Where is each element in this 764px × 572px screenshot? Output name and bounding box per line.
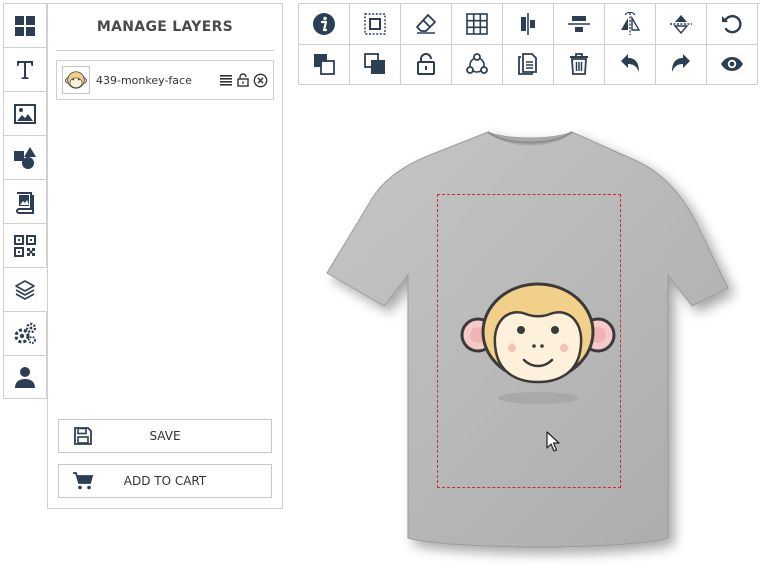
flip-horizontal-icon	[621, 11, 641, 35]
flip-horizontal-button[interactable]	[605, 4, 656, 45]
add-to-cart-button[interactable]: ADD TO CART	[58, 464, 272, 498]
align-vertical-center-icon	[521, 12, 535, 35]
grid-icon	[15, 15, 35, 36]
sidebar-item-qr-code[interactable]	[3, 223, 47, 267]
layer-remove-icon[interactable]	[253, 73, 268, 88]
qr-code-icon	[14, 234, 36, 257]
sidebar-item-account[interactable]	[3, 355, 47, 399]
layer-lock-icon[interactable]	[236, 73, 250, 87]
floppy-disk-icon	[63, 426, 103, 446]
lock-button[interactable]	[401, 44, 452, 85]
group-button[interactable]	[452, 44, 503, 85]
lock-icon	[417, 53, 435, 76]
flip-vertical-button[interactable]	[656, 4, 707, 45]
cart-icon	[63, 471, 103, 491]
panel-title: MANAGE LAYERS	[96, 19, 234, 35]
group-icon	[466, 53, 488, 75]
select-area-button[interactable]	[350, 4, 401, 45]
sidebar-item-layers[interactable]	[3, 267, 47, 311]
tool-sidebar	[3, 3, 47, 399]
user-icon	[15, 367, 35, 388]
image-icon	[14, 103, 36, 124]
send-backward-button[interactable]	[350, 44, 401, 85]
panel-divider	[56, 50, 274, 51]
reset-icon	[722, 14, 742, 34]
eraser-button[interactable]	[401, 4, 452, 45]
bring-forward-button[interactable]	[299, 44, 350, 85]
eraser-icon	[416, 13, 436, 34]
send-backward-icon	[364, 53, 385, 75]
align-vertical-center-button[interactable]	[503, 4, 554, 45]
info-button[interactable]	[299, 4, 350, 45]
mouse-cursor-icon	[546, 431, 560, 452]
delete-icon	[570, 53, 588, 76]
undo-icon	[621, 54, 639, 73]
layer-item[interactable]: 439-monkey-face	[56, 60, 274, 100]
layer-reorder-icon[interactable]	[219, 73, 233, 87]
sidebar-item-clipart[interactable]	[3, 179, 47, 223]
clipart-icon	[16, 191, 34, 214]
duplicate-icon	[518, 53, 537, 76]
layer-name: 439-monkey-face	[96, 73, 192, 87]
preview-button[interactable]	[707, 44, 758, 85]
sidebar-item-settings[interactable]	[3, 311, 47, 355]
grid-toggle-button[interactable]	[452, 4, 503, 45]
sidebar-item-templates[interactable]	[3, 3, 47, 47]
reset-button[interactable]	[707, 4, 758, 45]
monkey-face-icon	[65, 71, 87, 89]
duplicate-button[interactable]	[503, 44, 554, 85]
bring-forward-icon	[314, 54, 335, 76]
save-label: SAVE	[149, 429, 181, 443]
manage-layers-panel: MANAGE LAYERS 439-monkey-face SAVE ADD T…	[47, 3, 283, 509]
shapes-icon	[14, 146, 36, 169]
info-icon	[313, 12, 335, 35]
undo-button[interactable]	[605, 44, 656, 85]
redo-button[interactable]	[656, 44, 707, 85]
add-to-cart-label: ADD TO CART	[123, 474, 207, 488]
align-horizontal-center-button[interactable]	[554, 4, 605, 45]
save-button[interactable]: SAVE	[58, 419, 272, 453]
layer-tools	[216, 73, 268, 88]
grid-lines-icon	[466, 12, 488, 35]
layer-thumbnail	[62, 66, 90, 94]
sidebar-item-shapes[interactable]	[3, 135, 47, 179]
printable-area-boundary	[437, 194, 621, 488]
align-horizontal-center-icon	[568, 15, 590, 32]
settings-icon	[14, 322, 37, 344]
layers-icon	[15, 279, 35, 300]
preview-icon	[721, 57, 743, 72]
text-icon	[17, 60, 33, 79]
edit-toolbar	[298, 3, 760, 85]
delete-button[interactable]	[554, 44, 605, 85]
sidebar-item-image[interactable]	[3, 91, 47, 135]
redo-icon	[672, 54, 690, 73]
select-icon	[364, 13, 386, 35]
sidebar-item-text[interactable]	[3, 47, 47, 91]
flip-vertical-icon	[670, 14, 692, 34]
